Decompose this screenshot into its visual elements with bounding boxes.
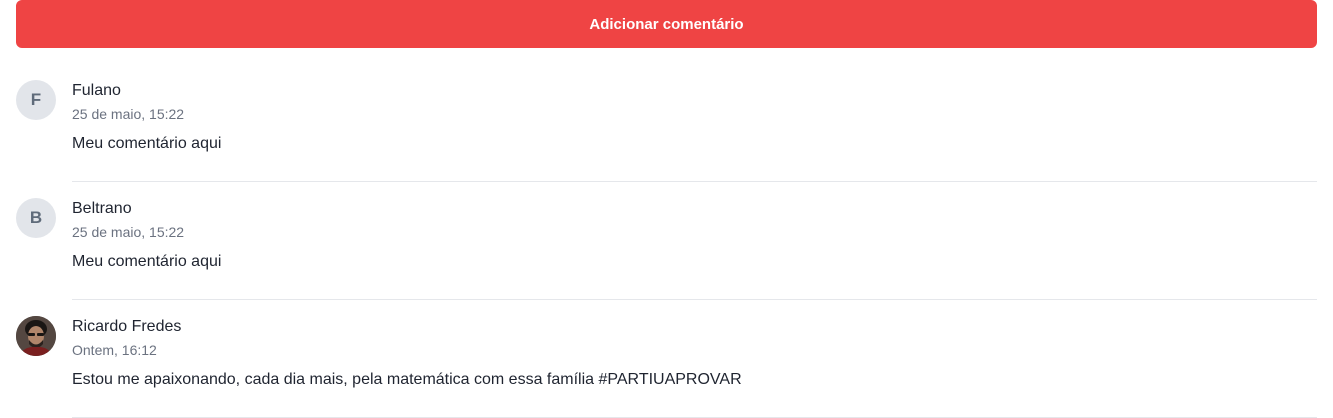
comment-item: Ricardo Fredes Ontem, 16:12 Estou me apa…: [16, 316, 1317, 418]
avatar-photo: [16, 316, 56, 356]
comment-text: Estou me apaixonando, cada dia mais, pel…: [72, 371, 742, 388]
divider: [72, 181, 1317, 182]
comment-author[interactable]: Beltrano: [72, 200, 132, 218]
comments-panel: Adicionar comentário F Fulano 25 de maio…: [0, 0, 1333, 418]
divider: [72, 299, 1317, 300]
comment-text: Meu comentário aqui: [72, 253, 222, 270]
comment-text: Meu comentário aqui: [72, 135, 222, 152]
comment-author[interactable]: Ricardo Fredes: [72, 318, 181, 336]
comment-date: 25 de maio, 15:22: [72, 106, 185, 122]
comment-author[interactable]: Fulano: [72, 82, 121, 100]
comment-list: F Fulano 25 de maio, 15:22 Meu comentári…: [16, 80, 1317, 418]
user-photo-icon: [16, 316, 56, 356]
add-comment-button[interactable]: Adicionar comentário: [16, 0, 1317, 48]
comment-item: B Beltrano 25 de maio, 15:22 Meu comentá…: [16, 198, 1317, 316]
comment-date: 25 de maio, 15:22: [72, 224, 185, 240]
comment-item: F Fulano 25 de maio, 15:22 Meu comentári…: [16, 80, 1317, 198]
comment-date: Ontem, 16:12: [72, 342, 157, 358]
avatar: F: [16, 80, 56, 120]
avatar: B: [16, 198, 56, 238]
